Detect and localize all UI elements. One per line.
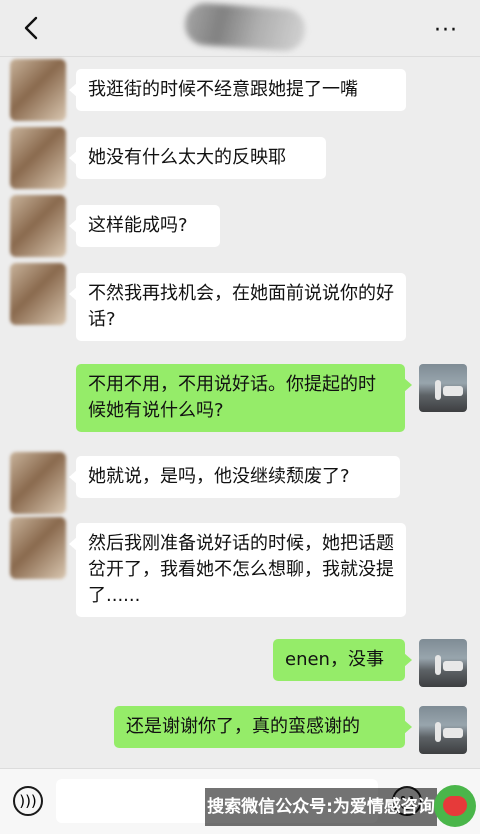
contact-avatar[interactable] <box>10 59 66 121</box>
contact-avatar[interactable] <box>10 517 66 579</box>
received-message-bubble: 不然我再找机会，在她面前说说你的好话? <box>69 273 406 341</box>
heart-logo-icon <box>434 785 476 827</box>
user-avatar[interactable] <box>419 639 467 687</box>
chat-title-blurred <box>183 1 307 53</box>
message-row: 这样能成吗? <box>0 193 480 265</box>
message-row: 还是谢谢你了，真的蛮感谢的 <box>0 701 480 763</box>
message-row: 然后我刚准备说好话的时候，她把话题岔开了，我看她不怎么想聊，我就没提了.....… <box>0 513 480 631</box>
message-row: enen，没事 <box>0 635 480 697</box>
message-row: 不然我再找机会，在她面前说说你的好话? <box>0 261 480 351</box>
back-chevron-icon[interactable] <box>18 14 46 42</box>
received-message-bubble: 然后我刚准备说好话的时候，她把话题岔开了，我看她不怎么想聊，我就没提了.....… <box>69 523 406 617</box>
user-avatar[interactable] <box>419 364 467 412</box>
contact-avatar[interactable] <box>10 127 66 189</box>
sent-message-bubble: enen，没事 <box>273 639 412 681</box>
message-row: 不用不用，不用说好话。你提起的时候她有说什么吗? <box>0 354 480 444</box>
sent-message-bubble: 还是谢谢你了，真的蛮感谢的 <box>114 706 412 748</box>
message-row: 她就说，是吗，他没继续颓废了? <box>0 448 480 520</box>
contact-avatar[interactable] <box>10 452 66 514</box>
message-row: 她没有什么太大的反映耶 <box>0 125 480 197</box>
top-bar: ··· <box>0 0 480 57</box>
user-avatar[interactable] <box>419 706 467 754</box>
message-list: 我逛街的时候不经意跟她提了一嘴 她没有什么太大的反映耶 这样能成吗? 不然我再找… <box>0 57 480 767</box>
received-message-bubble: 她没有什么太大的反映耶 <box>69 137 326 179</box>
contact-avatar[interactable] <box>10 263 66 325</box>
received-message-bubble: 这样能成吗? <box>69 205 220 247</box>
sent-message-bubble: 不用不用，不用说好话。你提起的时候她有说什么吗? <box>76 364 412 432</box>
voice-icon[interactable]: ))) <box>13 786 43 816</box>
received-message-bubble: 她就说，是吗，他没继续颓废了? <box>69 456 400 498</box>
watermark-text: 搜索微信公众号:为爱情感咨询 <box>205 788 437 826</box>
contact-avatar[interactable] <box>10 195 66 257</box>
received-message-bubble: 我逛街的时候不经意跟她提了一嘴 <box>69 69 406 111</box>
more-options-icon[interactable]: ··· <box>434 18 458 43</box>
message-row: 我逛街的时候不经意跟她提了一嘴 <box>0 57 480 129</box>
